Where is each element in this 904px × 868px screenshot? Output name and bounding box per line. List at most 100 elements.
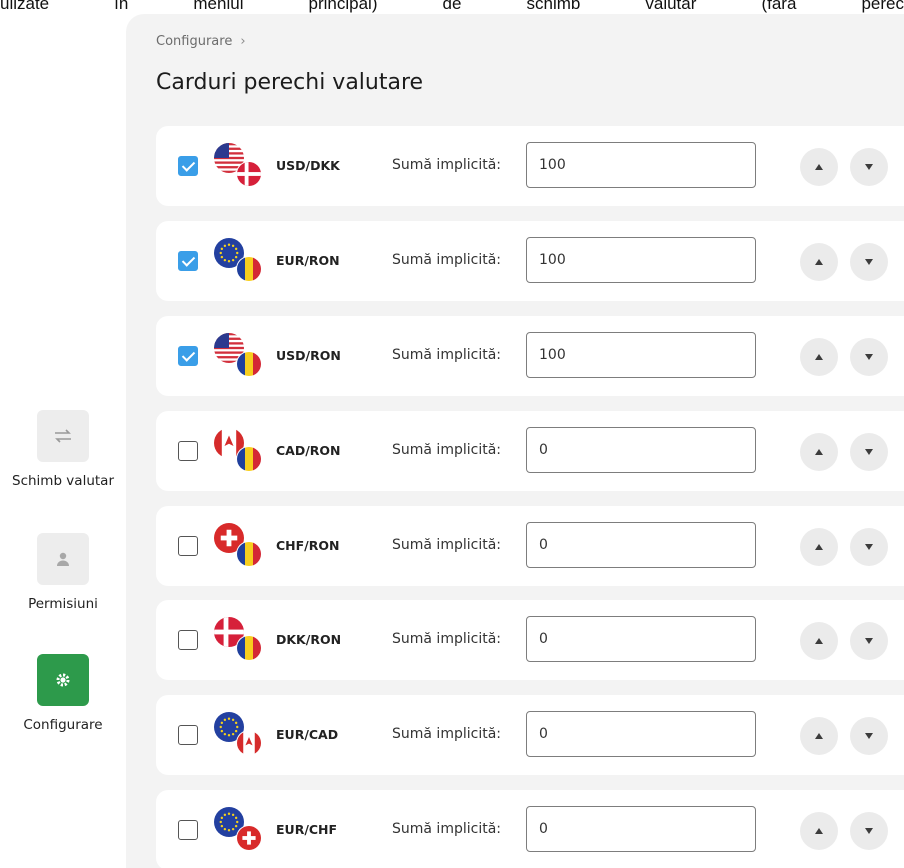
page-title: Carduri perechi valutare [156, 70, 424, 95]
move-up-button[interactable] [800, 148, 838, 186]
sidebar-item-schimb-valutar[interactable]: Schimb valutar [0, 410, 126, 489]
default-amount-label: Sumă implicită: [392, 347, 501, 363]
move-up-button[interactable] [800, 243, 838, 281]
move-down-button[interactable] [850, 243, 888, 281]
gear-icon[interactable] [37, 654, 89, 706]
sidebar-item-permisiuni[interactable]: Permisiuni [0, 533, 126, 612]
currency-pair-card: EUR/RON Sumă implicită: [156, 221, 904, 301]
default-amount-label: Sumă implicită: [392, 442, 501, 458]
move-down-button[interactable] [850, 338, 888, 376]
default-amount-label: Sumă implicită: [392, 631, 501, 647]
arrow-up-icon [815, 164, 823, 170]
move-down-button[interactable] [850, 528, 888, 566]
flag-icon [214, 143, 262, 187]
sidebar-item-configurare[interactable]: Configurare [0, 654, 126, 733]
enable-checkbox[interactable] [178, 630, 198, 650]
arrow-up-icon [815, 354, 823, 360]
breadcrumb: Configurare › [156, 34, 246, 49]
word: meniul [193, 0, 244, 13]
move-up-button[interactable] [800, 338, 838, 376]
default-amount-label: Sumă implicită: [392, 821, 501, 837]
breadcrumb-separator: › [240, 34, 246, 49]
word: perec [861, 0, 904, 13]
enable-checkbox[interactable] [178, 156, 198, 176]
default-amount-input[interactable] [526, 616, 756, 662]
arrow-up-icon [815, 449, 823, 455]
default-amount-input[interactable] [526, 711, 756, 757]
pair-label: CAD/RON [276, 443, 341, 458]
arrow-down-icon [865, 733, 873, 739]
currency-pair-card: USD/RON Sumă implicită: [156, 316, 904, 396]
arrow-up-icon [815, 828, 823, 834]
flag-icon [214, 807, 262, 851]
pair-label: EUR/CHF [276, 822, 338, 837]
arrow-up-icon [815, 259, 823, 265]
breadcrumb-link[interactable]: Configurare [156, 34, 232, 49]
pair-label: DKK/RON [276, 632, 342, 647]
pair-label: CHF/RON [276, 538, 340, 553]
currency-pair-card: DKK/RON Sumă implicită: [156, 600, 904, 680]
enable-checkbox[interactable] [178, 820, 198, 840]
move-up-button[interactable] [800, 433, 838, 471]
sidebar-item-label: Configurare [23, 717, 103, 733]
pair-label: USD/DKK [276, 158, 340, 173]
default-amount-label: Sumă implicită: [392, 157, 501, 173]
move-down-button[interactable] [850, 148, 888, 186]
flag-icon [214, 238, 262, 282]
move-down-button[interactable] [850, 812, 888, 850]
default-amount-input[interactable] [526, 522, 756, 568]
arrow-up-icon [815, 544, 823, 550]
arrow-down-icon [865, 354, 873, 360]
word: (fără [761, 0, 797, 13]
move-up-button[interactable] [800, 812, 838, 850]
word: principal) [308, 0, 378, 13]
arrow-down-icon [865, 449, 873, 455]
default-amount-input[interactable] [526, 332, 756, 378]
flag-icon [214, 428, 262, 472]
enable-checkbox[interactable] [178, 251, 198, 271]
currency-pair-card: EUR/CAD Sumă implicită: [156, 695, 904, 775]
sidebar: Schimb valutar Permisiuni Configurare [0, 0, 126, 868]
enable-checkbox[interactable] [178, 346, 198, 366]
pair-label: EUR/CAD [276, 727, 339, 742]
sidebar-item-label: Schimb valutar [12, 473, 114, 489]
default-amount-input[interactable] [526, 806, 756, 852]
exchange-icon[interactable] [37, 410, 89, 462]
arrow-up-icon [815, 638, 823, 644]
flag-icon [214, 712, 262, 756]
move-up-button[interactable] [800, 622, 838, 660]
background-document-text: ulizate în meniul principal) de schimb v… [0, 0, 904, 14]
arrow-down-icon [865, 259, 873, 265]
word: valutar [645, 0, 697, 13]
move-down-button[interactable] [850, 717, 888, 755]
enable-checkbox[interactable] [178, 725, 198, 745]
flag-icon [214, 617, 262, 661]
default-amount-label: Sumă implicită: [392, 252, 501, 268]
enable-checkbox[interactable] [178, 441, 198, 461]
user-icon[interactable] [37, 533, 89, 585]
arrow-up-icon [815, 733, 823, 739]
currency-pair-card: CAD/RON Sumă implicită: [156, 411, 904, 491]
arrow-down-icon [865, 638, 873, 644]
sidebar-item-label: Permisiuni [28, 596, 98, 612]
move-down-button[interactable] [850, 433, 888, 471]
default-amount-label: Sumă implicită: [392, 726, 501, 742]
default-amount-label: Sumă implicită: [392, 537, 501, 553]
arrow-down-icon [865, 828, 873, 834]
default-amount-input[interactable] [526, 237, 756, 283]
word: de [442, 0, 462, 13]
default-amount-input[interactable] [526, 142, 756, 188]
arrow-down-icon [865, 164, 873, 170]
default-amount-input[interactable] [526, 427, 756, 473]
move-up-button[interactable] [800, 528, 838, 566]
enable-checkbox[interactable] [178, 536, 198, 556]
currency-pair-card: EUR/CHF Sumă implicită: [156, 790, 904, 868]
pair-label: EUR/RON [276, 253, 340, 268]
move-up-button[interactable] [800, 717, 838, 755]
word: schimb [526, 0, 581, 13]
flag-icon [214, 333, 262, 377]
currency-pair-card: CHF/RON Sumă implicită: [156, 506, 904, 586]
move-down-button[interactable] [850, 622, 888, 660]
currency-pair-card: USD/DKK Sumă implicită: [156, 126, 904, 206]
pair-label: USD/RON [276, 348, 341, 363]
